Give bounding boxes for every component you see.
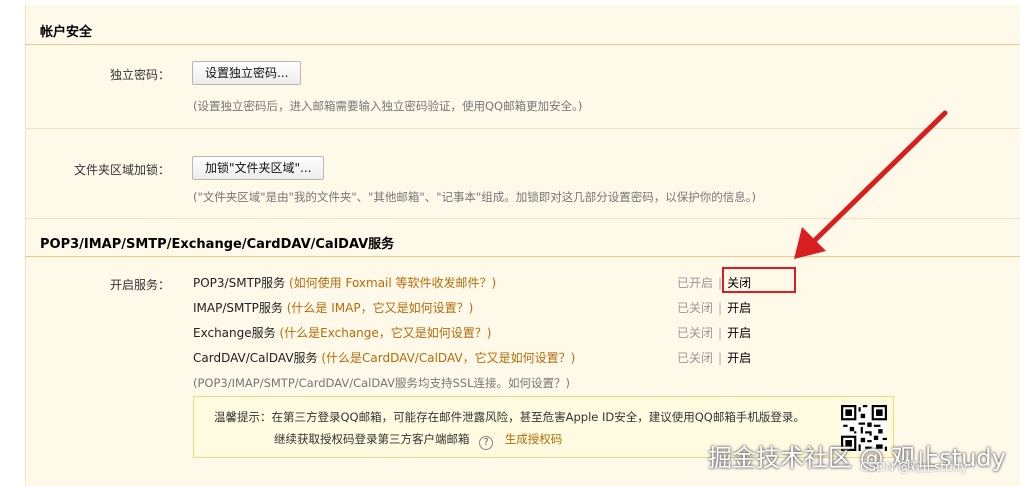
service-name: CardDAV/CalDAV服务	[193, 351, 318, 365]
annotation-highlight-box	[722, 267, 796, 293]
status-text: 已关闭	[677, 351, 714, 365]
independent-password-label: 独立密码：	[109, 68, 170, 82]
service-name: Exchange服务	[193, 326, 276, 340]
generate-auth-code-link[interactable]: 生成授权码	[505, 432, 563, 446]
status-separator: |	[718, 326, 723, 340]
service-help-link[interactable]: (什么是 IMAP，它又是如何设置？)	[287, 301, 474, 315]
service-name: IMAP/SMTP服务	[193, 301, 283, 315]
service-help-link[interactable]: (什么是Exchange，它又是如何设置？)	[279, 326, 491, 340]
lock-folder-area-button[interactable]: 加锁"文件夹区域"...	[192, 156, 325, 180]
enable-service-label: 开启服务：	[109, 278, 170, 292]
status-text: 已关闭	[677, 301, 714, 315]
service-name: POP3/SMTP服务	[193, 276, 286, 290]
status-separator: |	[718, 301, 723, 315]
service-status-imap: 已关闭 | 开启	[677, 299, 751, 316]
service-row-exchange: Exchange服务 (什么是Exchange，它又是如何设置？)	[193, 324, 491, 341]
folder-lock-label: 文件夹区域加锁：	[73, 163, 170, 177]
tip-auth-line: 继续获取授权码登录第三方客户端邮箱 ? 生成授权码	[274, 431, 562, 450]
ssl-hint[interactable]: (POP3/IMAP/SMTP/CardDAV/CalDAV服务均支持SSL连接…	[193, 375, 570, 391]
open-carddav-link[interactable]: 开启	[727, 351, 751, 365]
open-exchange-link[interactable]: 开启	[727, 326, 751, 340]
service-help-link[interactable]: (如何使用 Foxmail 等软件收发邮件？)	[289, 276, 496, 290]
service-row-carddav: CardDAV/CalDAV服务 (什么是CardDAV/CalDAV，它又是如…	[193, 349, 575, 366]
help-icon[interactable]: ?	[479, 436, 494, 450]
tip-text: 温馨提示：在第三方登录QQ邮箱，可能存在邮件泄露风险，甚至危害Apple ID安…	[214, 410, 805, 424]
status-separator: |	[718, 351, 723, 365]
folder-lock-hint: ("文件夹区域"是由"我的文件夹"、"其他邮箱"、"记事本"组成。加锁即对这几部…	[193, 190, 757, 204]
service-help-link[interactable]: (什么是CardDAV/CalDAV，它又是如何设置？)	[321, 351, 575, 365]
open-imap-link[interactable]: 开启	[727, 301, 751, 315]
watermark-csdn: CSDN @观止study	[860, 460, 968, 474]
section-divider	[25, 44, 1020, 45]
service-status-carddav: 已关闭 | 开启	[677, 349, 751, 366]
status-text: 已关闭	[677, 326, 714, 340]
section-title-protocols: POP3/IMAP/SMTP/Exchange/CardDAV/CalDAV服务	[40, 237, 395, 252]
service-row-pop3: POP3/SMTP服务 (如何使用 Foxmail 等软件收发邮件？)	[193, 274, 496, 291]
status-text: 已开启	[677, 276, 714, 290]
tip-auth-text: 继续获取授权码登录第三方客户端邮箱	[274, 432, 470, 446]
section-title-account-security: 帐户安全	[40, 25, 93, 40]
independent-password-hint: (设置独立密码后，进入邮箱需要输入独立密码验证，使用QQ邮箱更加安全。)	[193, 99, 583, 113]
service-row-imap: IMAP/SMTP服务 (什么是 IMAP，它又是如何设置？)	[193, 299, 473, 316]
service-status-exchange: 已关闭 | 开启	[677, 324, 751, 341]
set-independent-password-button[interactable]: 设置独立密码...	[192, 61, 302, 85]
annotation-arrow-icon	[794, 110, 948, 259]
